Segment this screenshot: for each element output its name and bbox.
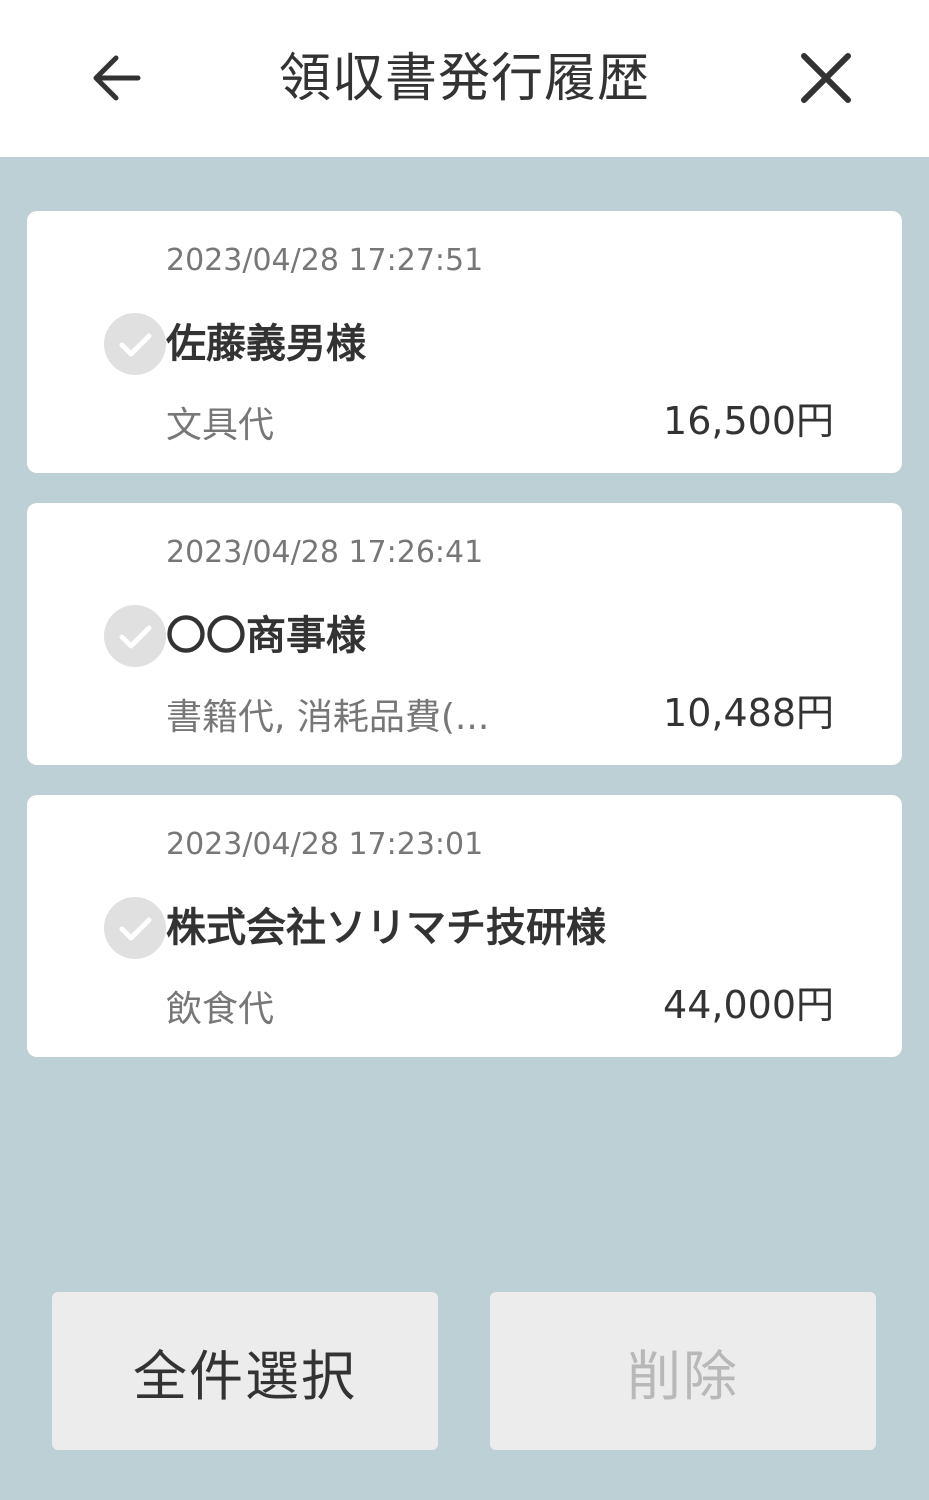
receipt-amount: 44,000円	[663, 983, 834, 1027]
receipt-datetime: 2023/04/28 17:26:41	[166, 535, 484, 570]
receipt-recipient: 株式会社ソリマチ技研様	[166, 905, 606, 951]
receipt-amount: 16,500円	[663, 399, 834, 443]
select-all-button[interactable]: 全件選択	[52, 1292, 438, 1450]
check-circle-icon[interactable]	[103, 312, 167, 376]
receipt-purpose: 文具代	[166, 405, 275, 446]
receipt-card[interactable]: 2023/04/28 17:27:51 佐藤義男様 文具代 16,500円	[27, 211, 902, 473]
app-header: 領収書発行履歴	[0, 0, 929, 157]
close-icon	[801, 53, 851, 103]
receipt-purpose: 飲食代	[166, 989, 275, 1030]
receipt-amount: 10,488円	[663, 691, 834, 735]
receipt-card[interactable]: 2023/04/28 17:23:01 株式会社ソリマチ技研様 飲食代 44,0…	[27, 795, 902, 1057]
close-button[interactable]	[790, 42, 862, 114]
receipt-recipient: 〇〇商事様	[166, 613, 366, 659]
receipt-recipient: 佐藤義男様	[166, 321, 366, 367]
receipt-datetime: 2023/04/28 17:23:01	[166, 827, 484, 862]
receipt-card[interactable]: 2023/04/28 17:26:41 〇〇商事様 書籍代, 消耗品費(... …	[27, 503, 902, 765]
delete-button[interactable]: 削除	[490, 1292, 876, 1450]
check-circle-icon[interactable]	[103, 896, 167, 960]
receipt-datetime: 2023/04/28 17:27:51	[166, 243, 484, 278]
receipt-purpose: 書籍代, 消耗品費(...	[166, 697, 490, 738]
check-circle-icon[interactable]	[103, 604, 167, 668]
